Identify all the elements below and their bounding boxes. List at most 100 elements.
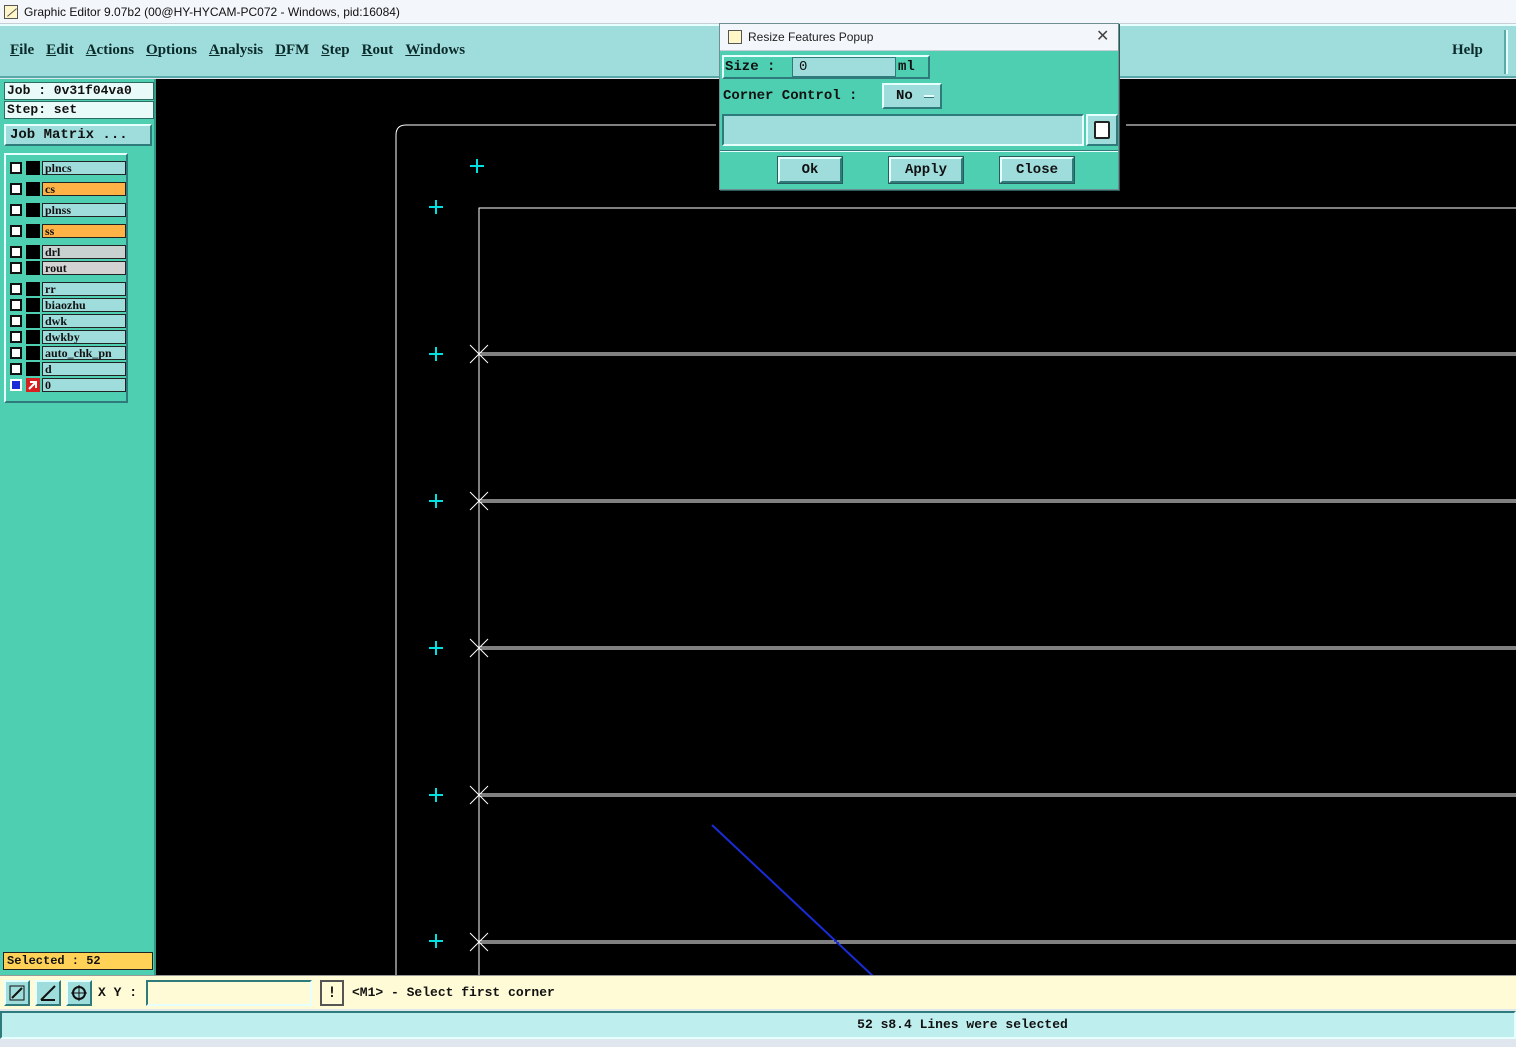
size-unit: ml xyxy=(898,59,915,75)
graphic-canvas[interactable] xyxy=(156,79,1516,975)
canvas-drawing xyxy=(395,124,1516,975)
layer-name[interactable]: plnss xyxy=(42,203,126,217)
arrow-shaft xyxy=(711,824,874,975)
outer-panel-outline xyxy=(395,124,1516,975)
layer-row[interactable]: ss xyxy=(8,224,126,238)
menu-options[interactable]: Options xyxy=(142,40,201,61)
work-layer-arrow-icon xyxy=(26,378,40,392)
layer-row[interactable]: dwkby xyxy=(8,330,126,344)
layer-name[interactable]: rr xyxy=(42,282,126,296)
layer-checkbox[interactable] xyxy=(10,331,22,343)
layer-swatch xyxy=(26,298,40,312)
menu-windows[interactable]: Windows xyxy=(401,40,469,61)
layer-swatch xyxy=(26,203,40,217)
menubar-edge xyxy=(1504,30,1508,74)
layer-checkbox[interactable] xyxy=(10,246,22,258)
plus-marker xyxy=(429,494,443,508)
layer-row[interactable]: rout xyxy=(8,261,126,275)
job-name: Job : 0v31f04va0 xyxy=(4,82,154,100)
menu-rout[interactable]: Rout xyxy=(358,40,398,61)
corner-control-dropdown[interactable]: No xyxy=(882,83,942,109)
exclamation-button[interactable]: ! xyxy=(320,980,344,1006)
xy-input[interactable] xyxy=(146,980,312,1006)
apply-button[interactable]: Apply xyxy=(889,157,963,183)
menu-analysis[interactable]: Analysis xyxy=(205,40,267,61)
layer-name[interactable]: cs xyxy=(42,182,126,196)
message-field xyxy=(722,114,1084,146)
plus-marker xyxy=(429,934,443,948)
popup-separator xyxy=(720,150,1118,152)
layer-checkbox[interactable] xyxy=(10,347,22,359)
layer-name[interactable]: dwk xyxy=(42,314,126,328)
layer-swatch xyxy=(26,161,40,175)
layer-swatch xyxy=(26,282,40,296)
layer-row[interactable]: auto_chk_pn xyxy=(8,346,126,360)
layer-row[interactable]: drl xyxy=(8,245,126,259)
snap-tool-icon[interactable] xyxy=(66,980,92,1006)
layer-row-work[interactable]: 0 xyxy=(8,378,126,392)
selected-count: Selected : 52 xyxy=(3,952,153,970)
popup-app-icon xyxy=(728,30,742,44)
ok-button[interactable]: Ok xyxy=(778,157,842,183)
layer-name[interactable]: ss xyxy=(42,224,126,238)
layer-checkbox[interactable] xyxy=(10,225,22,237)
plus-marker xyxy=(429,200,443,214)
layer-row[interactable]: plnss xyxy=(8,203,126,217)
layer-name[interactable]: drl xyxy=(42,245,126,259)
menu-step[interactable]: Step xyxy=(317,40,353,61)
plus-marker xyxy=(429,641,443,655)
close-button[interactable]: Close xyxy=(1000,157,1074,183)
menu-help[interactable]: Help xyxy=(1452,42,1483,59)
prompt-bar: X Y : ! <M1> - Select first corner xyxy=(0,975,1516,1009)
layer-row[interactable]: plncs xyxy=(8,161,126,175)
layer-name[interactable]: biaozhu xyxy=(42,298,126,312)
layer-swatch xyxy=(26,245,40,259)
layer-name[interactable]: rout xyxy=(42,261,126,275)
layer-name[interactable]: d xyxy=(42,362,126,376)
layer-checkbox[interactable] xyxy=(10,283,22,295)
pick-button[interactable] xyxy=(1086,114,1118,146)
layer-name[interactable]: 0 xyxy=(42,378,126,392)
layer-row[interactable]: rr xyxy=(8,282,126,296)
layer-checkbox[interactable] xyxy=(10,363,22,375)
layer-swatch xyxy=(26,330,40,344)
menu-file[interactable]: File xyxy=(6,40,38,61)
menu-dfm[interactable]: DFM xyxy=(271,40,313,61)
layer-checkbox[interactable] xyxy=(10,183,22,195)
corner-control-value: No xyxy=(896,88,913,104)
popup-titlebar[interactable]: Resize Features Popup ✕ xyxy=(720,24,1118,51)
popup-close-icon[interactable]: ✕ xyxy=(1096,26,1109,45)
menu-list: File Edit Actions Options Analysis DFM S… xyxy=(6,40,473,61)
size-label: Size : xyxy=(725,59,776,75)
layer-name[interactable]: auto_chk_pn xyxy=(42,346,126,360)
work-layer-checkbox[interactable] xyxy=(10,379,22,391)
menu-edit[interactable]: Edit xyxy=(42,40,78,61)
layer-row[interactable]: d xyxy=(8,362,126,376)
menu-actions[interactable]: Actions xyxy=(82,40,138,61)
plus-marker xyxy=(470,159,484,173)
layer-row[interactable]: biaozhu xyxy=(8,298,126,312)
left-panel: Job : 0v31f04va0 Step: set Job Matrix ..… xyxy=(0,79,156,975)
layer-row[interactable]: cs xyxy=(8,182,126,196)
corner-control-label: Corner Control : xyxy=(723,88,858,104)
zoom-tool-icon[interactable] xyxy=(4,980,30,1006)
layer-name[interactable]: plncs xyxy=(42,161,126,175)
datum-plus-markers xyxy=(429,159,484,948)
layer-checkbox[interactable] xyxy=(10,315,22,327)
status-message: 52 s8.4 Lines were selected xyxy=(857,1017,1068,1032)
layer-checkbox[interactable] xyxy=(10,299,22,311)
job-matrix-button[interactable]: Job Matrix ... xyxy=(4,124,152,146)
layer-checkbox[interactable] xyxy=(10,204,22,216)
inner-panel-outline xyxy=(478,207,1516,975)
xy-label: X Y : xyxy=(98,985,138,1000)
app-icon xyxy=(4,4,18,19)
size-input[interactable]: 0 xyxy=(792,57,896,77)
layer-row[interactable]: dwk xyxy=(8,314,126,328)
step-name: Step: set xyxy=(4,101,154,119)
layer-name[interactable]: dwkby xyxy=(42,330,126,344)
measure-tool-icon[interactable] xyxy=(35,980,61,1006)
layer-checkbox[interactable] xyxy=(10,262,22,274)
dropdown-indicator-icon xyxy=(924,95,934,98)
layer-checkbox[interactable] xyxy=(10,162,22,174)
layer-swatch xyxy=(26,261,40,275)
